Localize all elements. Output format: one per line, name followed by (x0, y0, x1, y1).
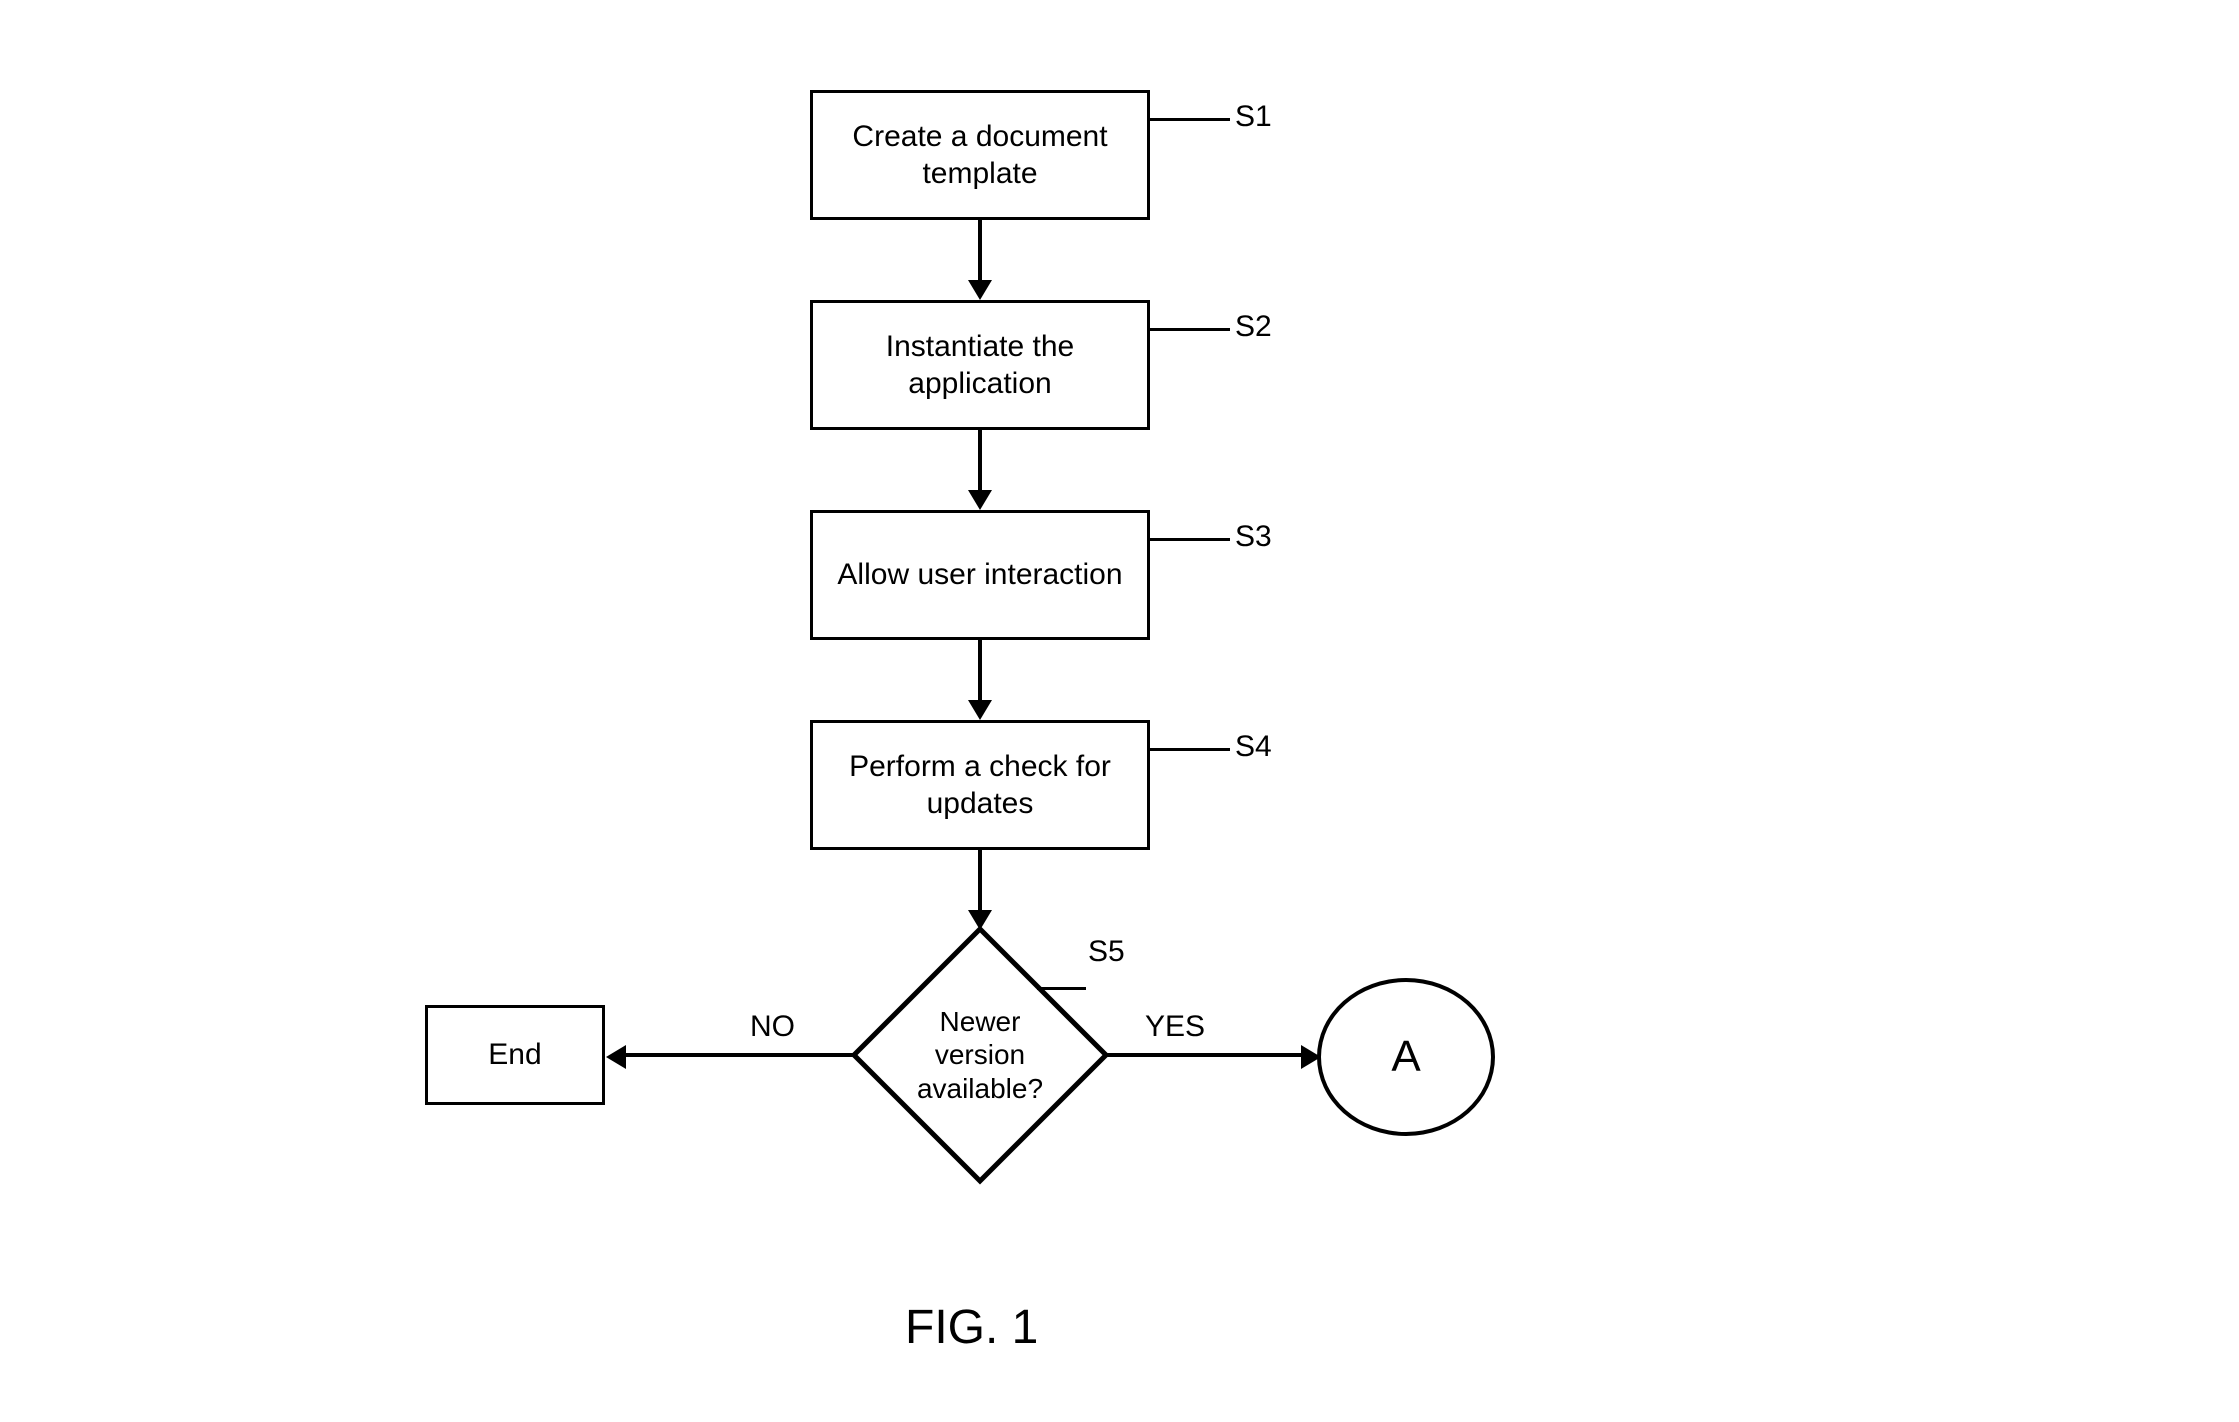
branch-yes-label: YES (1145, 1010, 1205, 1044)
leader-s2 (1150, 328, 1230, 331)
step-label-s4: S4 (1235, 730, 1272, 764)
connector-a: A (1317, 978, 1495, 1136)
arrow-s2-s3 (978, 430, 982, 490)
leader-s3 (1150, 538, 1230, 541)
arrow-no-line (626, 1053, 854, 1057)
leader-s1 (1150, 118, 1230, 121)
step-label-s5: S5 (1088, 935, 1125, 969)
terminal-end: End (425, 1005, 605, 1105)
connector-a-text: A (1391, 1032, 1420, 1082)
process-s3-text: Allow user interaction (837, 556, 1122, 594)
arrow-yes-line (1106, 1053, 1301, 1057)
arrow-s3-s4 (978, 640, 982, 700)
process-s1: Create a document template (810, 90, 1150, 220)
step-label-s2: S2 (1235, 310, 1272, 344)
arrow-s2-s3-head (968, 490, 992, 510)
leader-s4 (1150, 748, 1230, 751)
arrow-s4-s5 (978, 850, 982, 910)
figure-caption: FIG. 1 (905, 1300, 1038, 1355)
process-s1-text: Create a document template (825, 118, 1135, 193)
decision-s5: Newer version available? (850, 925, 1110, 1185)
arrow-s1-s2 (978, 220, 982, 280)
decision-s5-text: Newer version available? (850, 925, 1110, 1185)
process-s4-text: Perform a check for updates (825, 748, 1135, 823)
arrow-no-head (606, 1045, 626, 1069)
step-label-s1: S1 (1235, 100, 1272, 134)
terminal-end-text: End (488, 1036, 541, 1074)
process-s2-text: Instantiate the application (825, 328, 1135, 403)
arrow-s1-s2-head (968, 280, 992, 300)
process-s2: Instantiate the application (810, 300, 1150, 430)
branch-no-label: NO (750, 1010, 795, 1044)
arrow-s3-s4-head (968, 700, 992, 720)
process-s4: Perform a check for updates (810, 720, 1150, 850)
leader-s5 (1037, 987, 1086, 990)
flowchart-canvas: Create a document template S1 Instantiat… (0, 0, 2239, 1422)
step-label-s3: S3 (1235, 520, 1272, 554)
process-s3: Allow user interaction (810, 510, 1150, 640)
